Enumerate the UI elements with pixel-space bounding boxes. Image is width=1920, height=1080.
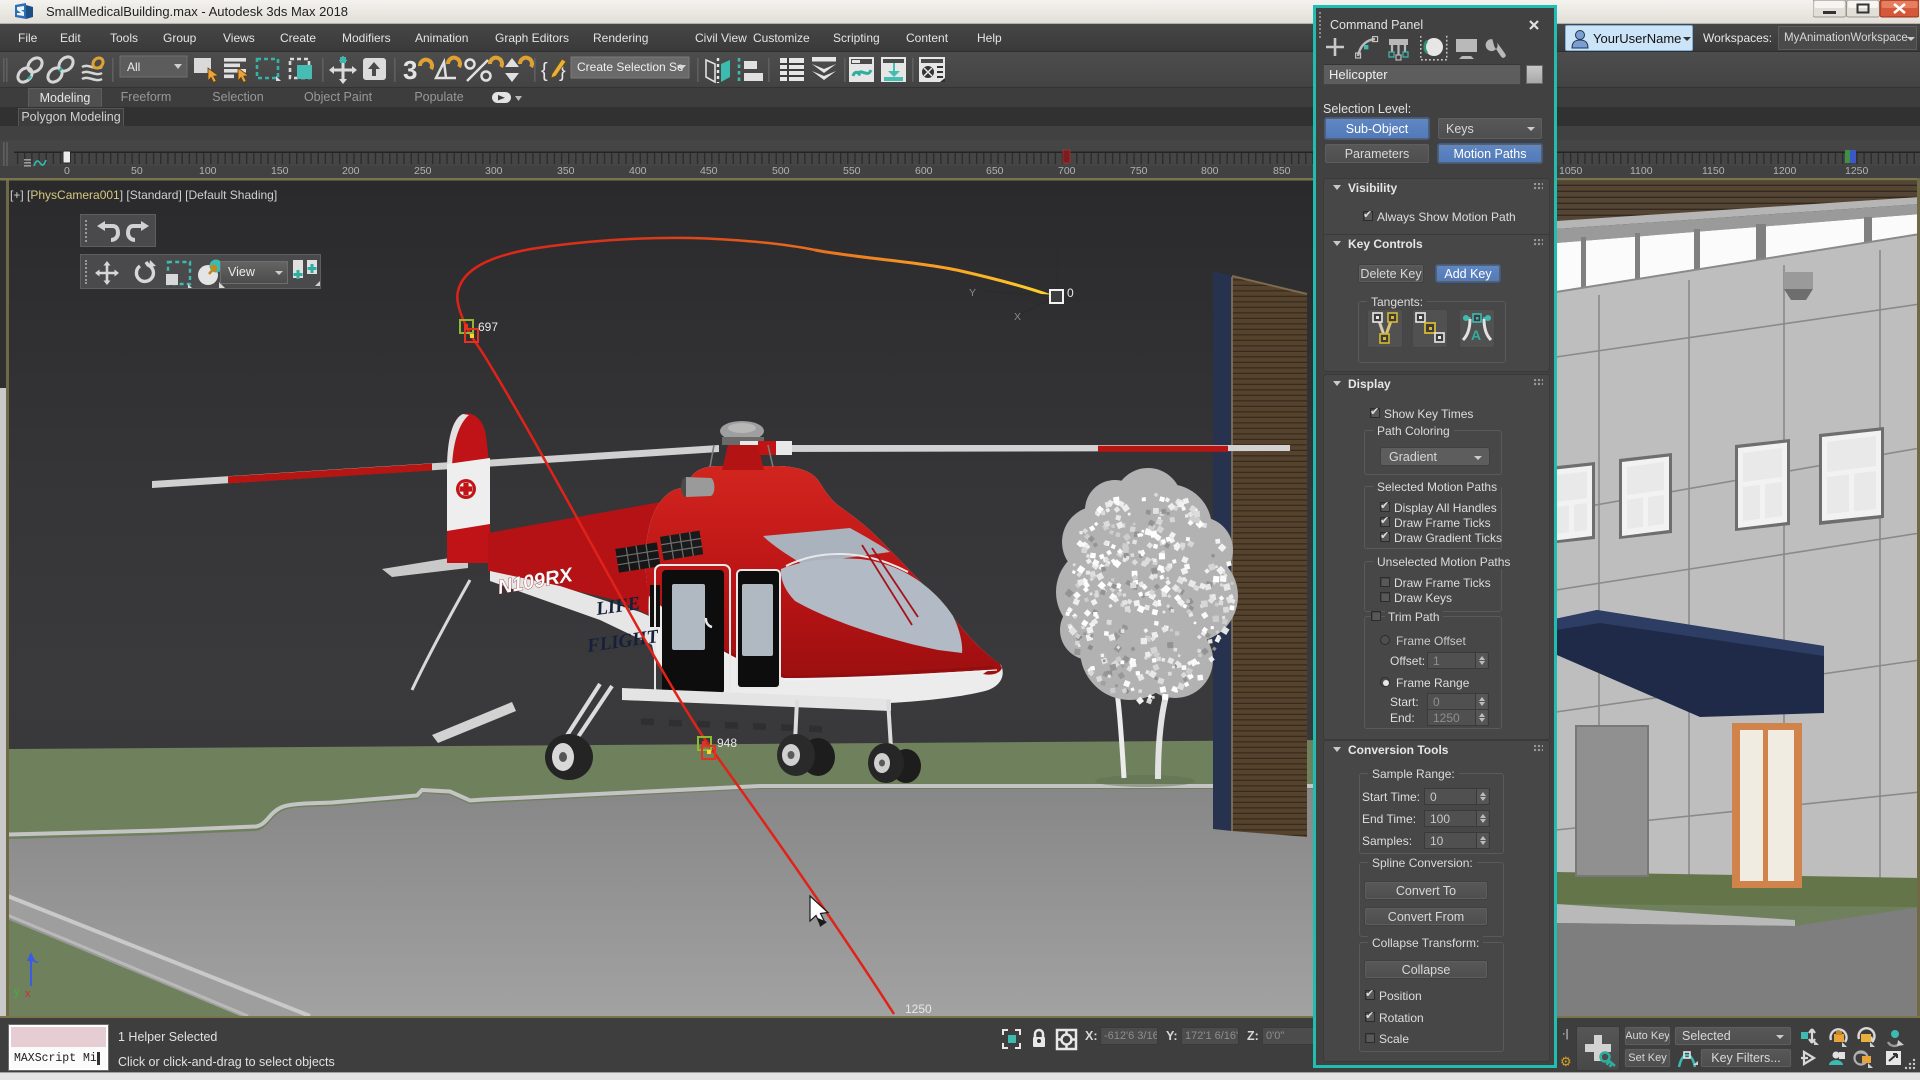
svg-text:1250: 1250 <box>905 1002 932 1016</box>
svg-text:All: All <box>127 60 140 74</box>
svg-text:X: X <box>1014 311 1021 323</box>
svg-text:Create Selection Se: Create Selection Se <box>577 60 684 74</box>
svg-text:x: x <box>25 988 31 1000</box>
svg-text:948: 948 <box>717 736 737 750</box>
svg-text:Y: Y <box>969 287 976 299</box>
svg-text:3: 3 <box>403 55 417 85</box>
svg-text:{: { <box>541 60 548 82</box>
svg-text:0: 0 <box>1067 286 1074 300</box>
svg-text:y: y <box>14 986 20 998</box>
svg-text:A: A <box>1471 327 1481 343</box>
svg-text:697: 697 <box>478 320 498 334</box>
